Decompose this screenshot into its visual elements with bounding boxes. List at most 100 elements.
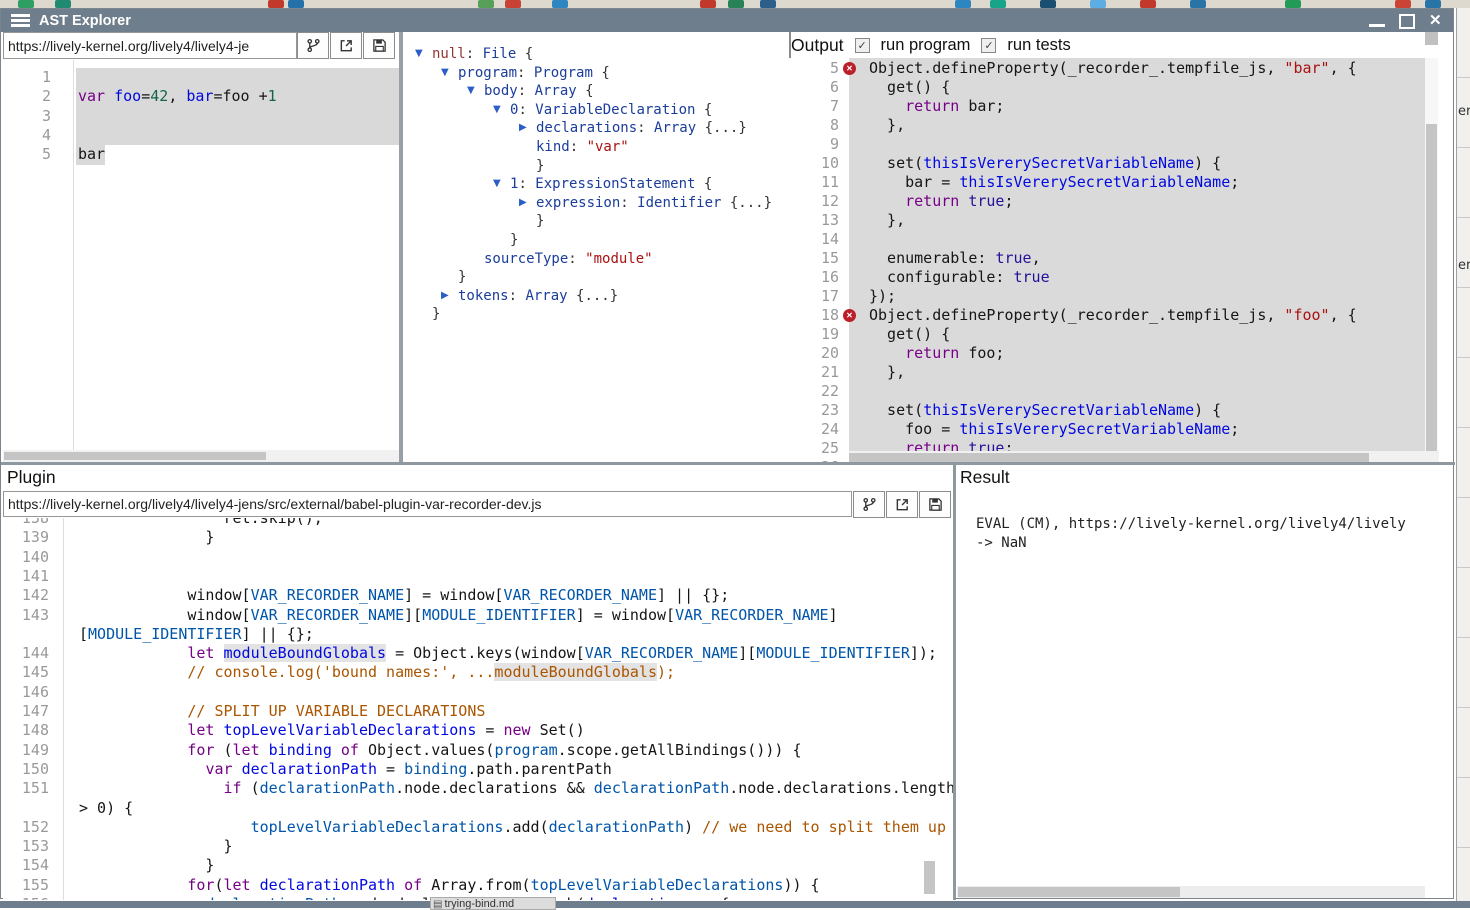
line-number: 151	[3, 779, 49, 798]
tree-row[interactable]: }	[458, 268, 466, 287]
output-editor[interactable]: 5✕Object.defineProperty(_recorder_.tempf…	[789, 58, 1439, 463]
save-button[interactable]	[363, 32, 395, 59]
maximize-button[interactable]	[1399, 14, 1415, 29]
code-line[interactable]: declarationPath.node.declarations.forEac…	[79, 895, 729, 900]
ast-tree[interactable]: ▼null: File {▼program: Program {▼body: A…	[403, 32, 789, 462]
checkbox-label[interactable]: run program	[881, 36, 971, 55]
open-external-button[interactable]	[330, 32, 362, 59]
code-line[interactable]: bar	[78, 145, 105, 164]
chevron-right-icon[interactable]: ▶	[441, 287, 449, 306]
tree-row[interactable]: 0: VariableDeclaration {	[510, 101, 712, 120]
plugin-vscrollbar-thumb[interactable]	[924, 861, 935, 894]
menu-icon[interactable]	[11, 14, 30, 28]
tree-row[interactable]: }	[536, 212, 544, 231]
checkbox-label[interactable]: run tests	[1007, 36, 1070, 55]
code-line[interactable]: let moduleBoundGlobals = Object.keys(win…	[79, 644, 937, 663]
code-line[interactable]: window[VAR_RECORDER_NAME][MODULE_IDENTIF…	[79, 606, 838, 625]
chevron-down-icon[interactable]: ▼	[441, 64, 449, 83]
code-line[interactable]: foo = thisIsVererySecretVariableName;	[869, 420, 1239, 439]
source-hscrollbar[interactable]	[3, 450, 399, 462]
code-line[interactable]: bar = thisIsVererySecretVariableName;	[869, 173, 1239, 192]
source-url-input[interactable]	[3, 32, 297, 59]
line-number: 16	[789, 268, 839, 287]
error-badge[interactable]: ✕	[843, 309, 856, 322]
code-line[interactable]: // SPLIT UP VARIABLE DECLARATIONS	[79, 702, 485, 721]
code-line[interactable]: return bar;	[869, 97, 1004, 116]
code-line[interactable]: topLevelVariableDeclarations.add(declara…	[79, 818, 946, 837]
output-vscrollbar-thumb[interactable]	[1426, 124, 1437, 454]
code-line[interactable]: var declarationPath = binding.path.paren…	[79, 760, 612, 779]
checkbox-run-tests[interactable]: ✓	[981, 38, 996, 53]
output-hscrollbar-thumb[interactable]	[849, 453, 1369, 462]
result-label: Result	[960, 467, 1010, 488]
code-line[interactable]: enumerable: true,	[869, 249, 1041, 268]
plugin-url-input[interactable]	[3, 491, 852, 517]
chevron-right-icon[interactable]: ▶	[519, 119, 527, 138]
open-external-button[interactable]	[886, 491, 918, 518]
output-vscrollbar[interactable]	[1425, 58, 1438, 453]
tree-row[interactable]: }	[432, 305, 440, 324]
chevron-down-icon[interactable]: ▼	[467, 82, 475, 101]
code-line[interactable]: return foo;	[869, 344, 1004, 363]
error-badge[interactable]: ✕	[843, 62, 856, 75]
code-line[interactable]: }	[79, 837, 233, 856]
code-line[interactable]: if (declarationPath.node.declarations &&…	[79, 779, 953, 798]
code-line[interactable]: ret.skip();	[79, 518, 323, 528]
code-line[interactable]: },	[869, 211, 905, 230]
code-line[interactable]: }	[79, 856, 214, 875]
line-number: 11	[789, 173, 839, 192]
save-button[interactable]	[919, 491, 951, 518]
chevron-right-icon[interactable]: ▶	[519, 194, 527, 213]
code-line[interactable]: },	[869, 363, 905, 382]
tree-row[interactable]: kind: "var"	[536, 138, 629, 157]
source-editor[interactable]: 12var foo=42, bar=foo +1345bar	[3, 60, 399, 450]
code-line[interactable]: [MODULE_IDENTIFIER] || {};	[79, 625, 314, 644]
plugin-editor[interactable]: 138 ret.skip();139 }140141142 window[VAR…	[3, 518, 953, 900]
code-line[interactable]: var foo=42, bar=foo +1	[78, 87, 277, 106]
code-line[interactable]: get() {	[869, 78, 950, 97]
line-number: 1	[3, 68, 51, 87]
code-line[interactable]: return true;	[869, 192, 1014, 211]
result-view[interactable]: EVAL (CM), https://lively-kernel.org/liv…	[957, 501, 1433, 881]
chevron-down-icon[interactable]: ▼	[493, 175, 501, 194]
tree-row[interactable]: }	[536, 157, 544, 176]
code-line[interactable]: }	[79, 528, 214, 547]
row-divider[interactable]	[1, 462, 1455, 465]
code-line[interactable]: },	[869, 116, 905, 135]
branch-button[interactable]	[853, 491, 885, 518]
code-line[interactable]: set(thisIsVererySecretVariableName) {	[869, 401, 1221, 420]
pane-divider[interactable]	[953, 462, 956, 900]
tree-row[interactable]: sourceType: "module"	[484, 250, 653, 269]
minimize-button[interactable]	[1369, 24, 1385, 27]
code-line[interactable]: set(thisIsVererySecretVariableName) {	[869, 154, 1221, 173]
code-line[interactable]: for (let binding of Object.values(progra…	[79, 741, 802, 760]
code-line[interactable]: });	[869, 287, 896, 306]
tree-row[interactable]: null: File {	[432, 45, 533, 64]
code-line[interactable]: > 0) {	[79, 799, 133, 818]
result-hscrollbar-thumb[interactable]	[958, 887, 1180, 897]
code-line[interactable]: window[VAR_RECORDER_NAME] = window[VAR_R…	[79, 586, 729, 605]
code-line[interactable]: Object.defineProperty(_recorder_.tempfil…	[869, 306, 1357, 325]
tree-row[interactable]: tokens: Array {...}	[458, 287, 618, 306]
code-line[interactable]: get() {	[869, 325, 950, 344]
tree-row[interactable]: }	[510, 231, 518, 250]
source-hscrollbar-thumb[interactable]	[4, 452, 266, 460]
tree-row[interactable]: declarations: Array {...}	[536, 119, 747, 138]
branch-button[interactable]	[297, 32, 329, 59]
code-line[interactable]: for(let declarationPath of Array.from(to…	[79, 876, 820, 895]
code-line[interactable]: // console.log('bound names:', ...module…	[79, 663, 675, 682]
tree-row[interactable]: 1: ExpressionStatement {	[510, 175, 712, 194]
checkbox-run-program[interactable]: ✓	[855, 38, 870, 53]
window-titlebar[interactable]: AST Explorer	[1, 9, 1453, 32]
code-line[interactable]: let topLevelVariableDeclarations = new S…	[79, 721, 585, 740]
result-hscrollbar[interactable]	[957, 886, 1425, 898]
output-scrollbar-corner	[1425, 32, 1438, 45]
close-button[interactable]	[1429, 11, 1442, 29]
code-line[interactable]: Object.defineProperty(_recorder_.tempfil…	[869, 59, 1357, 78]
code-line[interactable]: configurable: true	[869, 268, 1050, 287]
tree-row[interactable]: expression: Identifier {...}	[536, 194, 772, 213]
chevron-down-icon[interactable]: ▼	[415, 45, 423, 64]
chevron-down-icon[interactable]: ▼	[493, 101, 501, 120]
tree-row[interactable]: program: Program {	[458, 64, 610, 83]
tree-row[interactable]: body: Array {	[484, 82, 594, 101]
